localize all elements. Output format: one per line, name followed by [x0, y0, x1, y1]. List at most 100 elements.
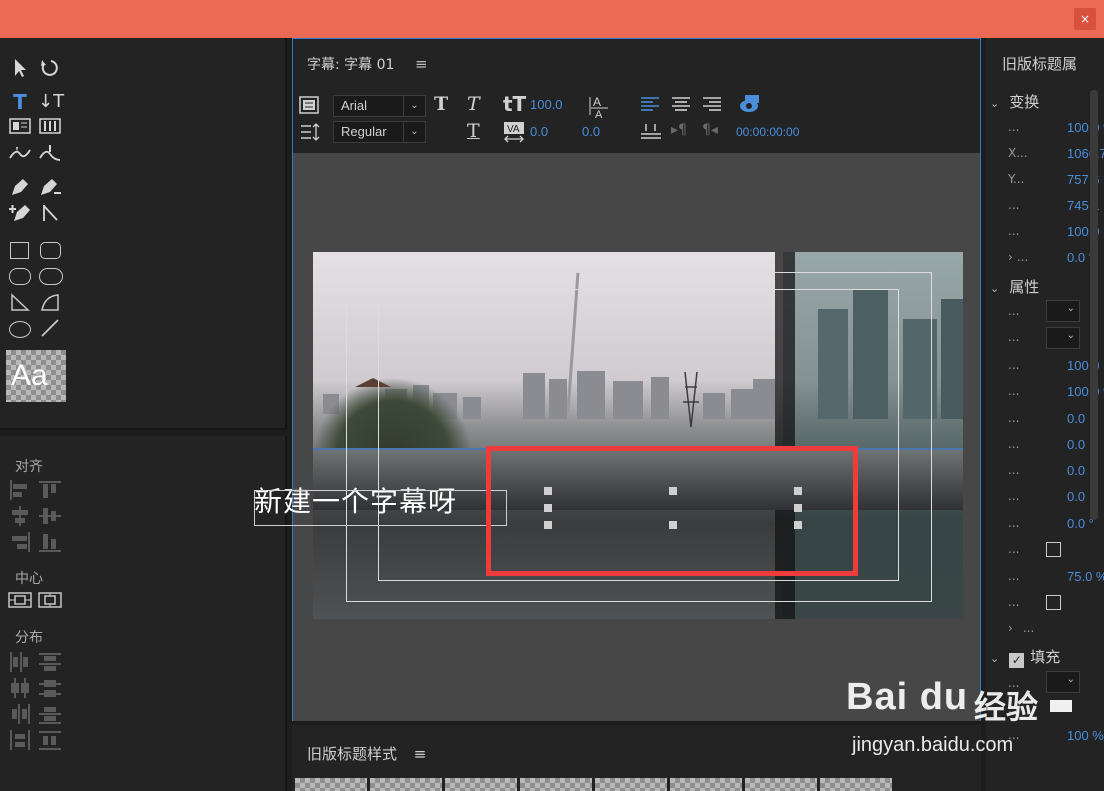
font-family-dropdown[interactable]: ⌄ [1046, 300, 1080, 322]
properties-scrollbar[interactable] [1090, 90, 1098, 520]
title-panel-tab[interactable]: 字幕: 字幕 01 [307, 54, 394, 74]
chevron-down-icon: ⌄ [1066, 330, 1075, 341]
kerning-value[interactable]: 0.0 [1067, 437, 1085, 452]
close-button[interactable]: × [1074, 8, 1096, 30]
distribute-vertical-even-icon[interactable] [39, 730, 61, 750]
rectangle-tool-icon[interactable] [10, 242, 29, 259]
tab-stops-icon[interactable] [299, 123, 321, 145]
align-right-icon[interactable] [9, 532, 31, 552]
style-thumbnail[interactable] [745, 778, 817, 791]
tab-alignment-icon[interactable] [640, 122, 662, 144]
x-position-value[interactable]: 1066.7 [1067, 146, 1104, 161]
distribute-left-icon[interactable] [9, 652, 31, 672]
align-vertical-center-icon[interactable] [39, 506, 61, 526]
style-thumbnail[interactable] [595, 778, 667, 791]
path-type-tool-icon[interactable] [8, 144, 32, 166]
distribute-section-label: 分布 [15, 630, 43, 646]
styles-panel-label: 旧版标题样式 [307, 745, 398, 763]
align-left-icon[interactable] [9, 480, 31, 500]
center-text-icon[interactable] [671, 96, 691, 116]
roll-crawl-options-icon[interactable] [299, 96, 319, 118]
style-thumbnail[interactable] [820, 778, 892, 791]
opacity-value[interactable]: 100.0 % [1067, 120, 1104, 135]
wedge-tool-icon[interactable] [8, 292, 32, 314]
rounded-corner-rectangle-tool-icon[interactable] [39, 268, 63, 285]
font-family-dropdown[interactable]: Arial ⌄ [333, 95, 426, 117]
selection-tool-icon[interactable] [8, 58, 32, 80]
align-right-text-icon[interactable] [702, 96, 722, 116]
tracking-value[interactable]: 0.0 [1067, 463, 1085, 478]
align-left-text-icon[interactable] [640, 96, 660, 116]
style-thumbnail[interactable] [670, 778, 742, 791]
type-tool-icon[interactable]: T [8, 91, 32, 113]
italic-icon[interactable]: T [467, 93, 480, 115]
vertical-area-type-tool-icon[interactable] [38, 118, 62, 140]
baidu-watermark: Bai du 经验 jingyan.baidu.com [846, 668, 1096, 768]
chevron-right-icon[interactable]: › [1008, 621, 1013, 635]
delete-anchor-point-tool-icon[interactable] [38, 177, 62, 199]
font-size-value[interactable]: 100.0 [530, 97, 563, 112]
title-toolbar: Arial ⌄ Regular ⌄ T T T tT 100.0 VA 0.0 … [293, 89, 980, 151]
align-horizontal-center-icon[interactable] [9, 506, 31, 526]
chevron-down-icon: ⌄ [990, 97, 1000, 110]
align-bottom-icon[interactable] [39, 532, 61, 552]
transform-section-header[interactable]: ⌄ 变换 [990, 91, 1039, 112]
leading-value[interactable]: 0.0 [582, 124, 600, 139]
align-top-icon[interactable] [39, 480, 61, 500]
vertical-path-type-tool-icon[interactable] [38, 144, 62, 166]
fill-section-header[interactable]: ⌄ ✓ 填充 [990, 646, 1060, 668]
underline-checkbox[interactable] [1046, 595, 1061, 610]
font-style-dropdown[interactable]: Regular ⌄ [333, 121, 426, 143]
kerning-value[interactable]: 0.0 [530, 124, 548, 139]
highlight-annotation-box [486, 446, 858, 576]
arc-tool-icon[interactable] [38, 292, 62, 314]
chevron-down-icon: ⌄ [403, 96, 425, 116]
vertical-type-tool-icon[interactable]: ↓T [38, 91, 64, 113]
distribute-right-icon[interactable] [9, 704, 31, 724]
rounded-rectangle-tool-icon[interactable] [40, 242, 61, 259]
small-caps-checkbox[interactable] [1046, 542, 1061, 557]
show-background-video-icon[interactable] [739, 94, 763, 118]
small-caps-size-value[interactable]: 75.0 % [1067, 569, 1104, 584]
fill-checkbox[interactable]: ✓ [1009, 653, 1025, 668]
distribute-vertical-center-icon[interactable] [39, 678, 61, 698]
ellipse-tool-icon[interactable] [9, 321, 31, 338]
style-thumbnail[interactable] [520, 778, 592, 791]
style-thumbnail[interactable] [370, 778, 442, 791]
attributes-section-header[interactable]: ⌄ 属性 [990, 276, 1039, 297]
style-thumbnail[interactable] [295, 778, 367, 791]
font-style-dropdown[interactable]: ⌄ [1046, 327, 1080, 349]
background-timecode[interactable]: 00:00:00:00 [736, 125, 799, 139]
pen-tool-icon[interactable] [8, 177, 32, 199]
add-anchor-point-tool-icon[interactable] [8, 203, 32, 225]
panel-menu-icon[interactable]: ≡ [414, 745, 427, 763]
convert-anchor-point-tool-icon[interactable] [38, 203, 62, 225]
leading-value[interactable]: 0.0 [1067, 411, 1085, 426]
clipped-corner-rectangle-tool-icon[interactable] [9, 268, 31, 285]
distribute-bottom-icon[interactable] [39, 704, 61, 724]
kerning-icon: VA [503, 121, 525, 147]
distribute-horizontal-center-icon[interactable] [9, 678, 31, 698]
paragraph-left-icon: ▸¶ [671, 122, 687, 138]
font-size-icon: tT [503, 92, 527, 116]
aspect-value[interactable]: 100.0 % [1067, 384, 1104, 399]
vertical-center-icon[interactable] [38, 591, 62, 613]
baseline-value[interactable]: 0.0 [1067, 489, 1085, 504]
underline-icon[interactable]: T [467, 120, 480, 142]
style-swatch-preview[interactable]: Aa [6, 350, 66, 402]
horizontal-center-icon[interactable] [8, 591, 32, 613]
style-thumbnail[interactable] [445, 778, 517, 791]
title-tools-pane: T ↓T Aa [0, 38, 287, 430]
panel-menu-icon[interactable]: ≡ [415, 55, 428, 73]
chevron-right-icon[interactable]: › [1008, 250, 1013, 264]
rotation-tool-icon[interactable] [38, 58, 62, 80]
distribute-horizontal-even-icon[interactable] [9, 730, 31, 750]
area-type-tool-icon[interactable] [8, 118, 32, 140]
distribute-top-icon[interactable] [39, 652, 61, 672]
bold-icon[interactable]: T [434, 93, 448, 115]
properties-panel-title[interactable]: 旧版标题属 [1002, 53, 1077, 74]
styles-panel-title[interactable]: 旧版标题样式 ≡ [307, 743, 426, 764]
small-caps-size-row: ... 75.0 % [1008, 569, 1104, 584]
line-tool-icon[interactable] [38, 318, 62, 340]
title-canvas[interactable] [293, 153, 980, 721]
